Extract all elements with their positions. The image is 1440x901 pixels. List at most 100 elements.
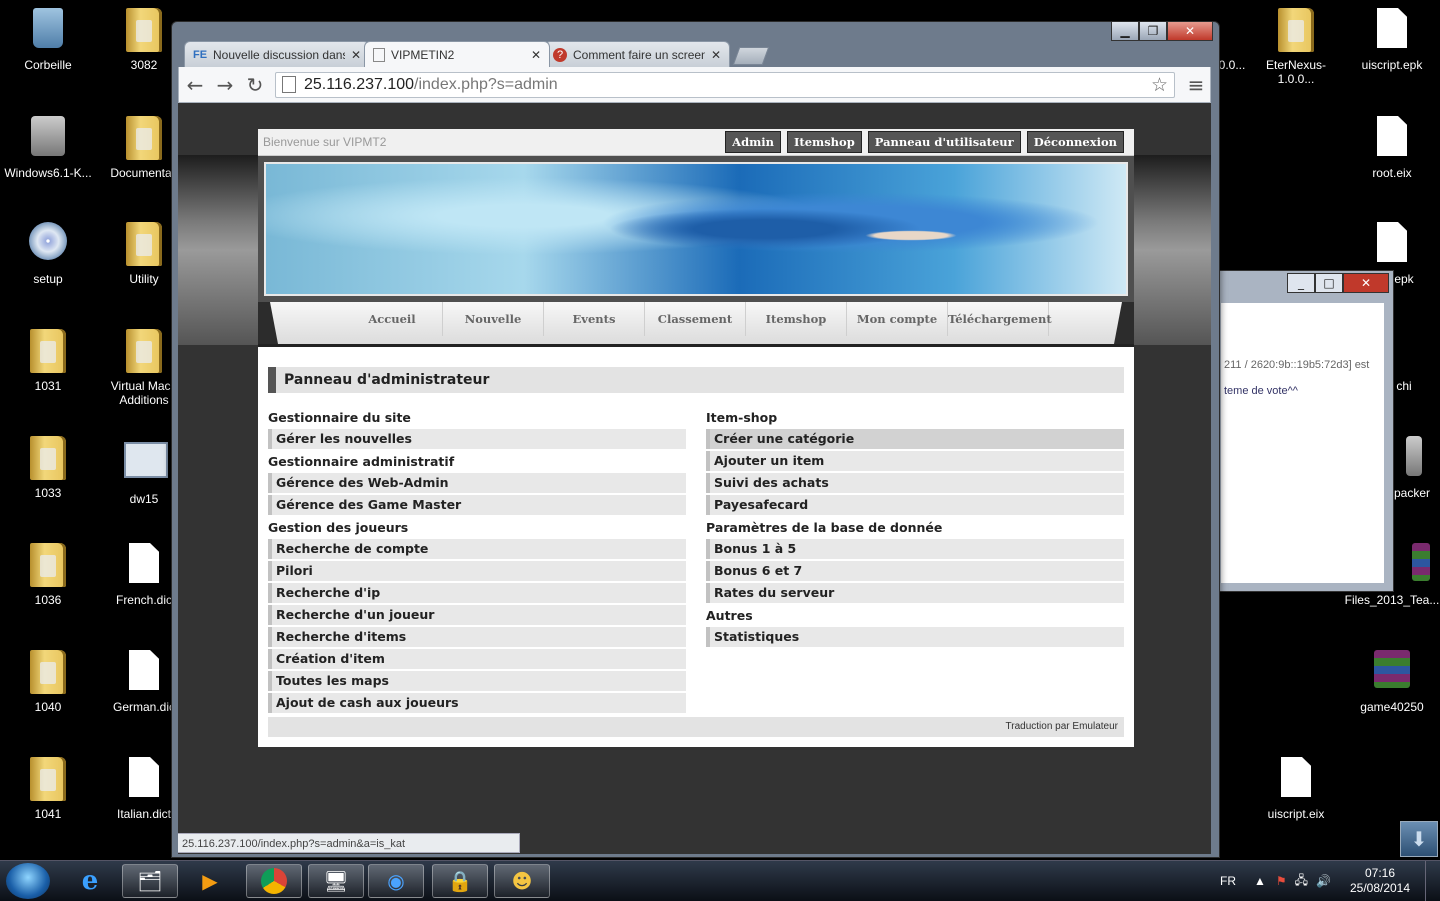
new-tab-button[interactable] — [732, 47, 770, 65]
nav-events[interactable]: Events — [544, 302, 645, 336]
flag-alert-icon[interactable]: ⚑ — [1276, 874, 1287, 888]
link-toutes-maps[interactable]: Toutes les maps — [268, 671, 686, 691]
link-creation-item[interactable]: Création d'item — [268, 649, 686, 669]
folder-icon — [30, 650, 66, 694]
app-circle-icon[interactable]: ◉ — [368, 864, 424, 898]
close-button[interactable]: ✕ — [1343, 273, 1389, 293]
tab-close-icon[interactable]: ✕ — [531, 48, 541, 62]
admin-button[interactable]: Admin — [725, 131, 782, 153]
link-ajout-cash[interactable]: Ajout de cash aux joueurs — [268, 693, 686, 713]
link-suivi-achats[interactable]: Suivi des achats — [706, 473, 1124, 493]
folder-icon — [126, 116, 162, 160]
explorer-folder-icon[interactable]: 🗂 — [122, 864, 178, 898]
link-statistiques[interactable]: Statistiques — [706, 627, 1124, 647]
language-indicator[interactable]: FR — [1220, 874, 1236, 888]
link-gerence-web-admin[interactable]: Gérence des Web-Admin — [268, 473, 686, 493]
desktop-icon-1031[interactable]: 1031 — [0, 329, 96, 393]
nav-accueil[interactable]: Accueil — [342, 302, 443, 336]
bookmark-star-icon[interactable]: ☆ — [1151, 74, 1168, 97]
minimize-button[interactable]: ▁ — [1111, 22, 1139, 41]
start-button[interactable] — [6, 863, 50, 899]
tab-close-icon[interactable]: ✕ — [351, 48, 361, 62]
close-button[interactable]: ✕ — [1167, 22, 1213, 41]
reload-icon[interactable]: ↻ — [241, 71, 269, 99]
internet-explorer-icon[interactable]: e — [62, 864, 118, 898]
status-bar: 25.116.237.100/index.php?s=admin&a=is_ka… — [178, 833, 520, 853]
desktop-icon-corbeille[interactable]: Corbeille — [0, 8, 96, 72]
link-ajouter-item[interactable]: Ajouter un item — [706, 451, 1124, 471]
forward-arrow-icon[interactable]: → — [211, 71, 239, 99]
maximize-button[interactable]: ❐ — [1139, 22, 1167, 41]
desktop-icon-root-eix[interactable]: root.eix — [1344, 116, 1440, 180]
nav-mon-compte[interactable]: Mon compte — [847, 302, 948, 336]
forum-favicon-icon: FE — [193, 48, 208, 61]
volume-icon[interactable]: 🔊 — [1316, 874, 1331, 888]
chrome-icon[interactable] — [246, 864, 302, 898]
folder-icon — [30, 757, 66, 801]
file-icon — [129, 757, 159, 797]
section-heading: Autres — [706, 608, 753, 623]
application-window-icon — [124, 442, 168, 478]
desktop-icon-1041[interactable]: 1041 — [0, 757, 96, 821]
media-player-icon[interactable]: ▶ — [182, 864, 238, 898]
desktop-icon-1033[interactable]: 1033 — [0, 436, 96, 500]
desktop-icon-game40250[interactable]: game40250 — [1344, 650, 1440, 714]
tab-close-icon[interactable]: ✕ — [711, 48, 721, 62]
tab-comment-faire[interactable]: ? Comment faire un screens ✕ — [544, 41, 730, 67]
link-recherche-compte[interactable]: Recherche de compte — [268, 539, 686, 559]
desktop-icon-1036[interactable]: 1036 — [0, 543, 96, 607]
background-window[interactable]: _ □ ✕ 211 / 2620:9b::19b5:72d3] est teme… — [1218, 270, 1394, 592]
page-icon — [282, 76, 296, 93]
archive-icon — [1374, 650, 1410, 688]
back-arrow-icon[interactable]: ← — [181, 71, 209, 99]
minimize-button[interactable]: _ — [1287, 273, 1315, 293]
nav-telechargement[interactable]: Téléchargement — [948, 302, 1052, 336]
section-heading: Gestionnaire du site — [268, 410, 411, 425]
clock[interactable]: 07:16 25/08/2014 — [1339, 866, 1421, 896]
nav-classement[interactable]: Classement — [645, 302, 746, 336]
browser-window[interactable]: ▁ ❐ ✕ FE Nouvelle discussion dans ✕ VIPM… — [171, 21, 1220, 858]
desktop-icon-uiscript-eix[interactable]: uiscript.eix — [1248, 757, 1344, 821]
folder-icon — [30, 329, 66, 373]
page-viewport: Bienvenue sur VIPMT2 Admin Itemshop Pann… — [178, 103, 1211, 854]
maximize-button[interactable]: □ — [1315, 273, 1343, 293]
link-bonus-6-7[interactable]: Bonus 6 et 7 — [706, 561, 1124, 581]
link-payesafecard[interactable]: Payesafecard — [706, 495, 1124, 515]
link-recherche-items[interactable]: Recherche d'items — [268, 627, 686, 647]
file-icon — [129, 543, 159, 583]
itemshop-top-button[interactable]: Itemshop — [787, 131, 862, 153]
link-pilori[interactable]: Pilori — [268, 561, 686, 581]
download-arrow-icon[interactable]: ⬇ — [1400, 821, 1438, 857]
link-creer-categorie[interactable]: Créer une catégorie — [706, 429, 1124, 449]
messenger-app-icon[interactable]: ☻ — [494, 864, 550, 898]
logout-button[interactable]: Déconnexion — [1026, 131, 1124, 153]
recycle-bin-icon — [33, 8, 63, 48]
desktop-icon-windows61[interactable]: Windows6.1-K... — [0, 116, 96, 180]
file-icon — [1377, 8, 1407, 48]
menu-icon[interactable]: ≡ — [1185, 73, 1207, 97]
section-heading: Item-shop — [706, 410, 778, 425]
show-desktop-button[interactable] — [1425, 861, 1440, 901]
tab-nouvelle-discussion[interactable]: FE Nouvelle discussion dans ✕ — [184, 41, 370, 67]
tab-vipmetin2[interactable]: VIPMETIN2 ✕ — [364, 41, 550, 67]
tray-expand-icon[interactable]: ▲ — [1254, 874, 1266, 888]
security-app-icon[interactable]: 🔒 — [432, 864, 488, 898]
site-nav: Accueil Nouvelle Events Classement Items… — [258, 302, 1134, 347]
user-panel-button[interactable]: Panneau d'utilisateur — [867, 131, 1021, 153]
desktop-icon-uiscript-epk[interactable]: uiscript.epk — [1344, 8, 1440, 72]
desktop-icon-setup[interactable]: setup — [0, 222, 96, 286]
tab-strip: FE Nouvelle discussion dans ✕ VIPMETIN2 … — [184, 41, 770, 67]
nav-nouvelle[interactable]: Nouvelle — [443, 302, 544, 336]
link-gerence-game-master[interactable]: Gérence des Game Master — [268, 495, 686, 515]
virtual-machine-icon[interactable]: 🖥 — [308, 864, 364, 898]
link-bonus-1-5[interactable]: Bonus 1 à 5 — [706, 539, 1124, 559]
link-recherche-ip[interactable]: Recherche d'ip — [268, 583, 686, 603]
network-icon[interactable]: 🖧 — [1295, 871, 1308, 892]
desktop-icon-1040[interactable]: 1040 — [0, 650, 96, 714]
link-gerer-nouvelles[interactable]: Gérer les nouvelles — [268, 429, 686, 449]
link-recherche-joueur[interactable]: Recherche d'un joueur — [268, 605, 686, 625]
desktop-icon-eternexus[interactable]: EterNexus-1.0.0... — [1248, 8, 1344, 86]
address-bar[interactable]: 25.116.237.100/index.php?s=admin ☆ — [275, 71, 1175, 98]
link-rates-serveur[interactable]: Rates du serveur — [706, 583, 1124, 603]
nav-itemshop[interactable]: Itemshop — [746, 302, 847, 336]
